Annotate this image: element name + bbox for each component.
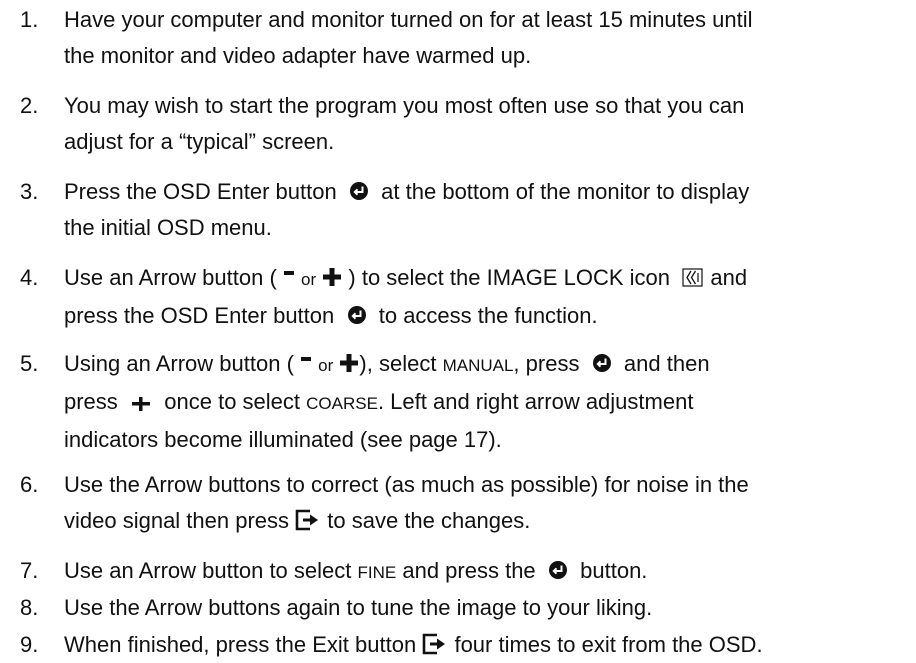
step-number: 1. [20, 7, 39, 32]
step-text: Use an Arrow button ( or ) to select the… [64, 265, 748, 328]
step-number: 4. [20, 265, 39, 290]
exit-button-icon [295, 509, 321, 531]
step-text: Press the OSD Enter button at the bottom… [64, 179, 750, 240]
enter-button-icon [347, 305, 367, 325]
step-text: Use an Arrow button to select FINE and p… [64, 558, 648, 583]
enter-button-icon [548, 560, 568, 580]
step-number: 2. [20, 93, 39, 118]
step-number: 7. [20, 558, 39, 583]
step-text: When finished, press the Exit button fou… [64, 632, 763, 657]
exit-button-icon [422, 633, 448, 655]
step-number: 3. [20, 179, 39, 204]
enter-button-icon [349, 181, 369, 201]
minus-arrow-icon [283, 267, 295, 287]
enter-button-icon [592, 353, 612, 373]
step-text: You may wish to start the program you mo… [64, 93, 745, 154]
step-text: Have your computer and monitor turned on… [64, 7, 753, 68]
plus-arrow-icon [322, 267, 342, 287]
image-lock-icon [682, 266, 704, 288]
step-number: 6. [20, 472, 39, 497]
plus-arrow-icon [339, 353, 359, 373]
instruction-list: 1. Have your computer and monitor turned… [0, 0, 916, 663]
minus-arrow-icon [300, 353, 312, 373]
plus-arrow-icon [130, 391, 152, 412]
step-text: Use the Arrow buttons to correct (as muc… [64, 472, 749, 533]
step-text: Use the Arrow buttons again to tune the … [64, 595, 653, 620]
step-text: Using an Arrow button ( or ), select MAN… [64, 351, 710, 452]
step-number: 9. [20, 632, 39, 657]
step-number: 5. [20, 351, 39, 376]
step-number: 8. [20, 595, 39, 620]
